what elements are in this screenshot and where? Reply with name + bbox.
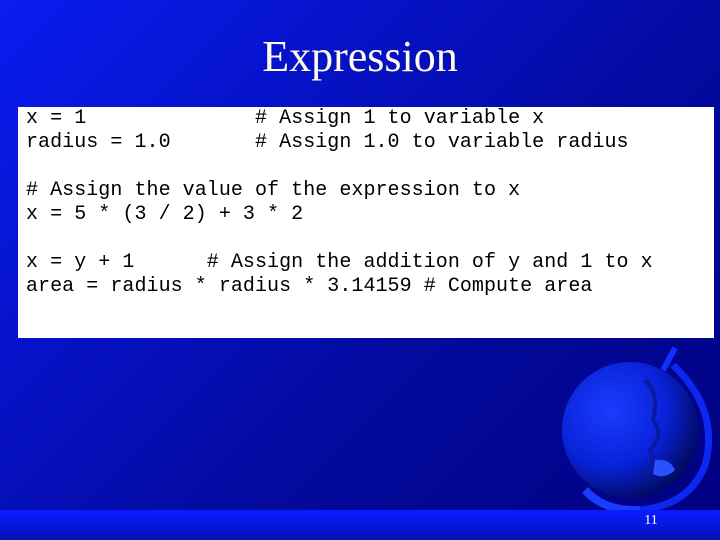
code-block: x = 1 # Assign 1 to variable x radius = … — [18, 107, 714, 338]
globe-icon — [562, 346, 713, 515]
code-line: x = 5 * (3 / 2) + 3 * 2 — [26, 203, 304, 226]
footer-bar — [0, 510, 720, 540]
code-line: x = 1 # Assign 1 to variable x — [26, 107, 545, 130]
code-line: area = radius * radius * 3.14159 # Compu… — [26, 275, 593, 298]
slide-title: Expression — [262, 32, 458, 81]
code-line: # Assign the value of the expression to … — [26, 179, 521, 202]
code-line: x = y + 1 # Assign the addition of y and… — [26, 251, 653, 274]
globe-sphere — [562, 362, 698, 498]
code-line: radius = 1.0 # Assign 1.0 to variable ra… — [26, 131, 629, 154]
page-number: 11 — [644, 513, 658, 528]
